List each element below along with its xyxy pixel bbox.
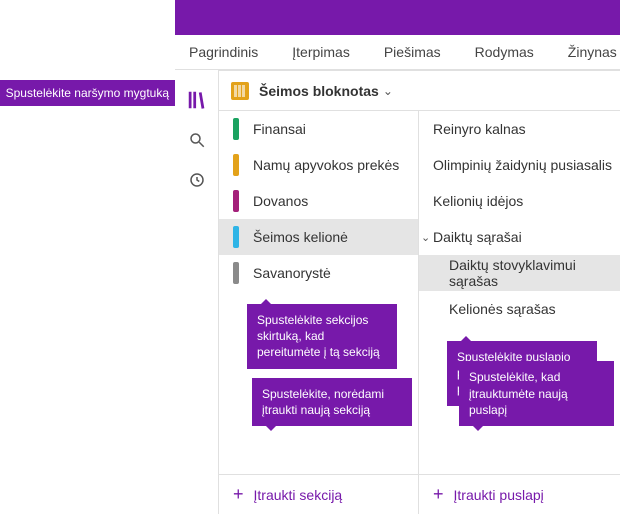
section-label: Dovanos	[253, 193, 308, 209]
search-icon	[188, 131, 206, 149]
page-olimpiniu-pusiasalis[interactable]: Olimpinių žaidynių pusiasalis	[419, 147, 620, 183]
section-page-lists: Finansai Namų apyvokos prekės Dovanos Še…	[219, 111, 620, 474]
page-daiktu-stovyklavimui[interactable]: Daiktų stovyklavimui sąrašas	[419, 255, 620, 291]
list-footer: + Įtraukti sekciją + Įtraukti puslapį	[219, 474, 620, 514]
nav-rail	[175, 70, 219, 514]
section-color-swatch	[233, 262, 239, 284]
section-label: Finansai	[253, 121, 306, 137]
section-color-swatch	[233, 118, 239, 140]
section-dovanos[interactable]: Dovanos	[219, 183, 418, 219]
plus-icon: +	[233, 484, 244, 505]
coach-add-section-tip: Spustelėkite, norėdami įtraukti naują se…	[252, 378, 412, 426]
add-page-label: Įtraukti puslapį	[454, 487, 544, 503]
library-icon	[186, 89, 208, 111]
titlebar-left-blank	[0, 0, 175, 35]
plus-icon: +	[433, 484, 444, 505]
section-color-swatch	[233, 154, 239, 176]
section-label: Šeimos kelionė	[253, 229, 348, 245]
section-label: Savanorystė	[253, 265, 331, 281]
nav-recent-button[interactable]	[175, 160, 219, 200]
section-label: Namų apyvokos prekės	[253, 157, 399, 173]
page-label: Reinyro kalnas	[433, 121, 526, 137]
chevron-down-icon: ⌄	[421, 231, 431, 244]
section-savanoryste[interactable]: Savanorystė	[219, 255, 418, 291]
page-kelioniu-idejos[interactable]: Kelionių idėjos	[419, 183, 620, 219]
section-color-swatch	[233, 226, 239, 248]
ribbon-tabs: Pagrindinis Įterpimas Piešimas Rodymas Ž…	[175, 35, 620, 70]
coach-nav-button-tip: Spustelėkite naršymo mygtuką	[0, 80, 175, 106]
ribbon-tab-insert[interactable]: Įterpimas	[292, 44, 350, 60]
nav-notebooks-button[interactable]	[175, 80, 219, 120]
ribbon-tab-help[interactable]: Žinynas	[568, 44, 617, 60]
notebook-name: Šeimos bloknotas	[259, 83, 379, 99]
coach-add-page-tip: Spustelėkite, kad įtrauktumėte naują pus…	[459, 361, 614, 426]
section-seimos-kelione[interactable]: Šeimos kelionė	[219, 219, 418, 255]
coach-section-tip: Spustelėkite sekcijos skirtuką, kad pere…	[247, 304, 397, 369]
page-label: Olimpinių žaidynių pusiasalis	[433, 157, 612, 173]
section-finansai[interactable]: Finansai	[219, 111, 418, 147]
pages-list: Reinyro kalnas Olimpinių žaidynių pusias…	[419, 111, 620, 474]
ribbon-tab-draw[interactable]: Piešimas	[384, 44, 441, 60]
notebook-icon	[231, 82, 249, 100]
main-panel: Šeimos bloknotas ⌄ Finansai Namų apyvoko…	[219, 70, 620, 514]
section-namu-apyvokos[interactable]: Namų apyvokos prekės	[219, 147, 418, 183]
page-label: Kelionių idėjos	[433, 193, 523, 209]
notebook-picker[interactable]: Šeimos bloknotas ⌄	[219, 71, 620, 111]
chevron-down-icon: ⌄	[383, 84, 393, 98]
ribbon-tab-view[interactable]: Rodymas	[475, 44, 534, 60]
sections-list: Finansai Namų apyvokos prekės Dovanos Še…	[219, 111, 419, 474]
page-daiktu-sarasai[interactable]: ⌄ Daiktų sąrašai	[419, 219, 620, 255]
titlebar	[0, 0, 620, 35]
clock-icon	[188, 171, 206, 189]
ribbon-tab-home[interactable]: Pagrindinis	[189, 44, 258, 60]
add-section-label: Įtraukti sekciją	[254, 487, 343, 503]
page-label: Daiktų sąrašai	[433, 229, 522, 245]
add-page-button[interactable]: + Įtraukti puslapį	[419, 475, 620, 514]
add-section-button[interactable]: + Įtraukti sekciją	[219, 475, 419, 514]
page-reinyro-kalnas[interactable]: Reinyro kalnas	[419, 111, 620, 147]
section-color-swatch	[233, 190, 239, 212]
nav-search-button[interactable]	[175, 120, 219, 160]
page-label: Daiktų stovyklavimui sąrašas	[449, 257, 620, 289]
page-label: Kelionės sąrašas	[449, 301, 556, 317]
page-keliones-sarasas[interactable]: Kelionės sąrašas	[419, 291, 620, 327]
